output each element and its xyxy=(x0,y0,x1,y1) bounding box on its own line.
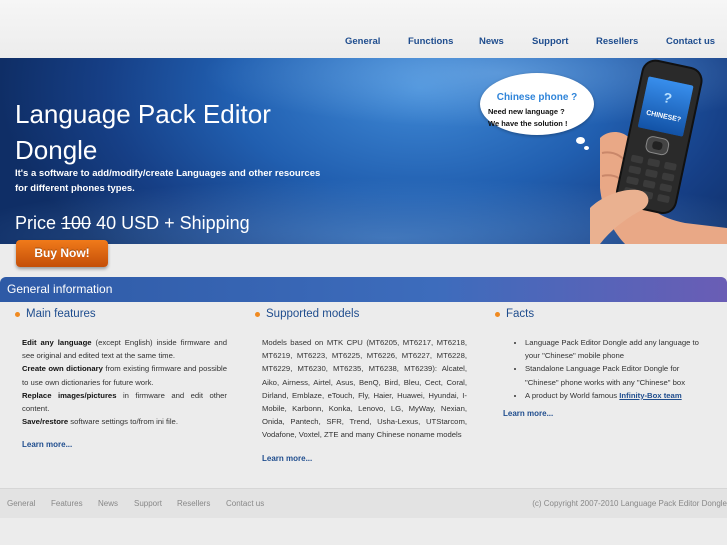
footer-link-resellers[interactable]: Resellers xyxy=(177,499,210,508)
facts-section: Facts Language Pack Editor Dongle add an… xyxy=(495,308,710,418)
facts-heading: Facts xyxy=(495,308,710,320)
supported-models-heading: Supported models xyxy=(255,308,467,320)
hero-title-line2: Dongle xyxy=(15,135,98,165)
footer-copyright: (c) Copyright 2007-2010 Language Pack Ed… xyxy=(532,499,727,508)
feature-create-dictionary: Create own dictionary xyxy=(22,364,103,374)
nav-functions[interactable]: Functions xyxy=(408,36,453,47)
hero-price: Price 100 40 USD + Shipping xyxy=(15,213,250,234)
bubble-line1: Need new language ? xyxy=(488,107,565,116)
footer: General Features News Support Resellers … xyxy=(0,488,727,518)
general-information-title: General information xyxy=(7,282,113,296)
fact-item: A product by World famous Infinity-Box t… xyxy=(525,389,710,402)
hero-banner: Language Pack Editor Dongle It's a softw… xyxy=(0,58,727,244)
price-new: 40 USD + Shipping xyxy=(96,213,250,233)
hero-description: It's a software to add/modify/create Lan… xyxy=(15,168,321,194)
supported-models-section: Supported models Models based on MTK CPU… xyxy=(255,308,467,465)
facts-list: Language Pack Editor Dongle add any lang… xyxy=(495,336,710,402)
footer-link-features[interactable]: Features xyxy=(51,499,83,508)
footer-link-news[interactable]: News xyxy=(98,499,118,508)
bubble-line2: We have the solution ! xyxy=(488,119,568,128)
price-old: 100 xyxy=(61,213,92,233)
top-navigation: General Functions News Support Resellers… xyxy=(0,0,727,58)
hand-phone-illustration: ? CHINESE? xyxy=(590,59,727,244)
bubble-question: Chinese phone ? xyxy=(496,92,578,103)
main-features-body: Edit any language (except English) insid… xyxy=(22,336,227,452)
nav-resellers[interactable]: Resellers xyxy=(596,36,638,47)
main-features-learn-more-link[interactable]: Learn more... xyxy=(22,438,227,451)
supported-models-learn-more-link[interactable]: Learn more... xyxy=(262,452,467,465)
hero-title-line1: Language Pack Editor xyxy=(15,99,271,129)
hero-title: Language Pack Editor Dongle xyxy=(15,96,271,168)
feature-replace-images: Replace images/pictures xyxy=(22,390,117,400)
speech-bubble: Chinese phone ? Need new language ? We h… xyxy=(480,73,594,135)
fact-item: Language Pack Editor Dongle add any lang… xyxy=(525,336,710,362)
main-features-heading: Main features xyxy=(15,308,227,320)
bubble-tail-dot-small xyxy=(584,146,589,150)
nav-contact-us[interactable]: Contact us xyxy=(666,36,715,47)
bullet-icon xyxy=(15,312,20,317)
supported-models-heading-text: Supported models xyxy=(266,308,360,320)
footer-link-support[interactable]: Support xyxy=(134,499,162,508)
main-features-heading-text: Main features xyxy=(26,308,96,320)
feature-save-restore: Save/restore xyxy=(22,417,69,427)
price-prefix: Price xyxy=(15,213,57,233)
supported-models-body: Models based on MTK CPU (MT6205, MT6217,… xyxy=(262,336,467,465)
fact-item: Standalone Language Pack Editor Dongle f… xyxy=(525,362,710,388)
nav-news[interactable]: News xyxy=(479,36,504,47)
general-information-bar: General information xyxy=(0,277,727,302)
bullet-icon xyxy=(495,312,500,317)
fact-item-text: A product by World famous xyxy=(525,390,620,400)
facts-learn-more-link[interactable]: Learn more... xyxy=(503,409,710,418)
feature-save-restore-desc: software settings to/from ini file. xyxy=(68,417,178,427)
nav-support[interactable]: Support xyxy=(532,36,568,47)
footer-link-general[interactable]: General xyxy=(7,499,35,508)
main-features-section: Main features Edit any language (except … xyxy=(15,308,227,452)
feature-edit-language: Edit any language xyxy=(22,338,92,347)
footer-link-contact-us[interactable]: Contact us xyxy=(226,499,264,508)
bubble-tail-dot xyxy=(576,137,585,144)
supported-models-text: Models based on MTK CPU (MT6205, MT6217,… xyxy=(262,338,467,440)
nav-general[interactable]: General xyxy=(345,36,380,47)
infinity-box-team-link[interactable]: Infinity-Box team xyxy=(619,391,681,400)
bullet-icon xyxy=(255,312,260,317)
buy-now-button[interactable]: Buy Now! xyxy=(16,240,108,267)
facts-heading-text: Facts xyxy=(506,308,535,320)
